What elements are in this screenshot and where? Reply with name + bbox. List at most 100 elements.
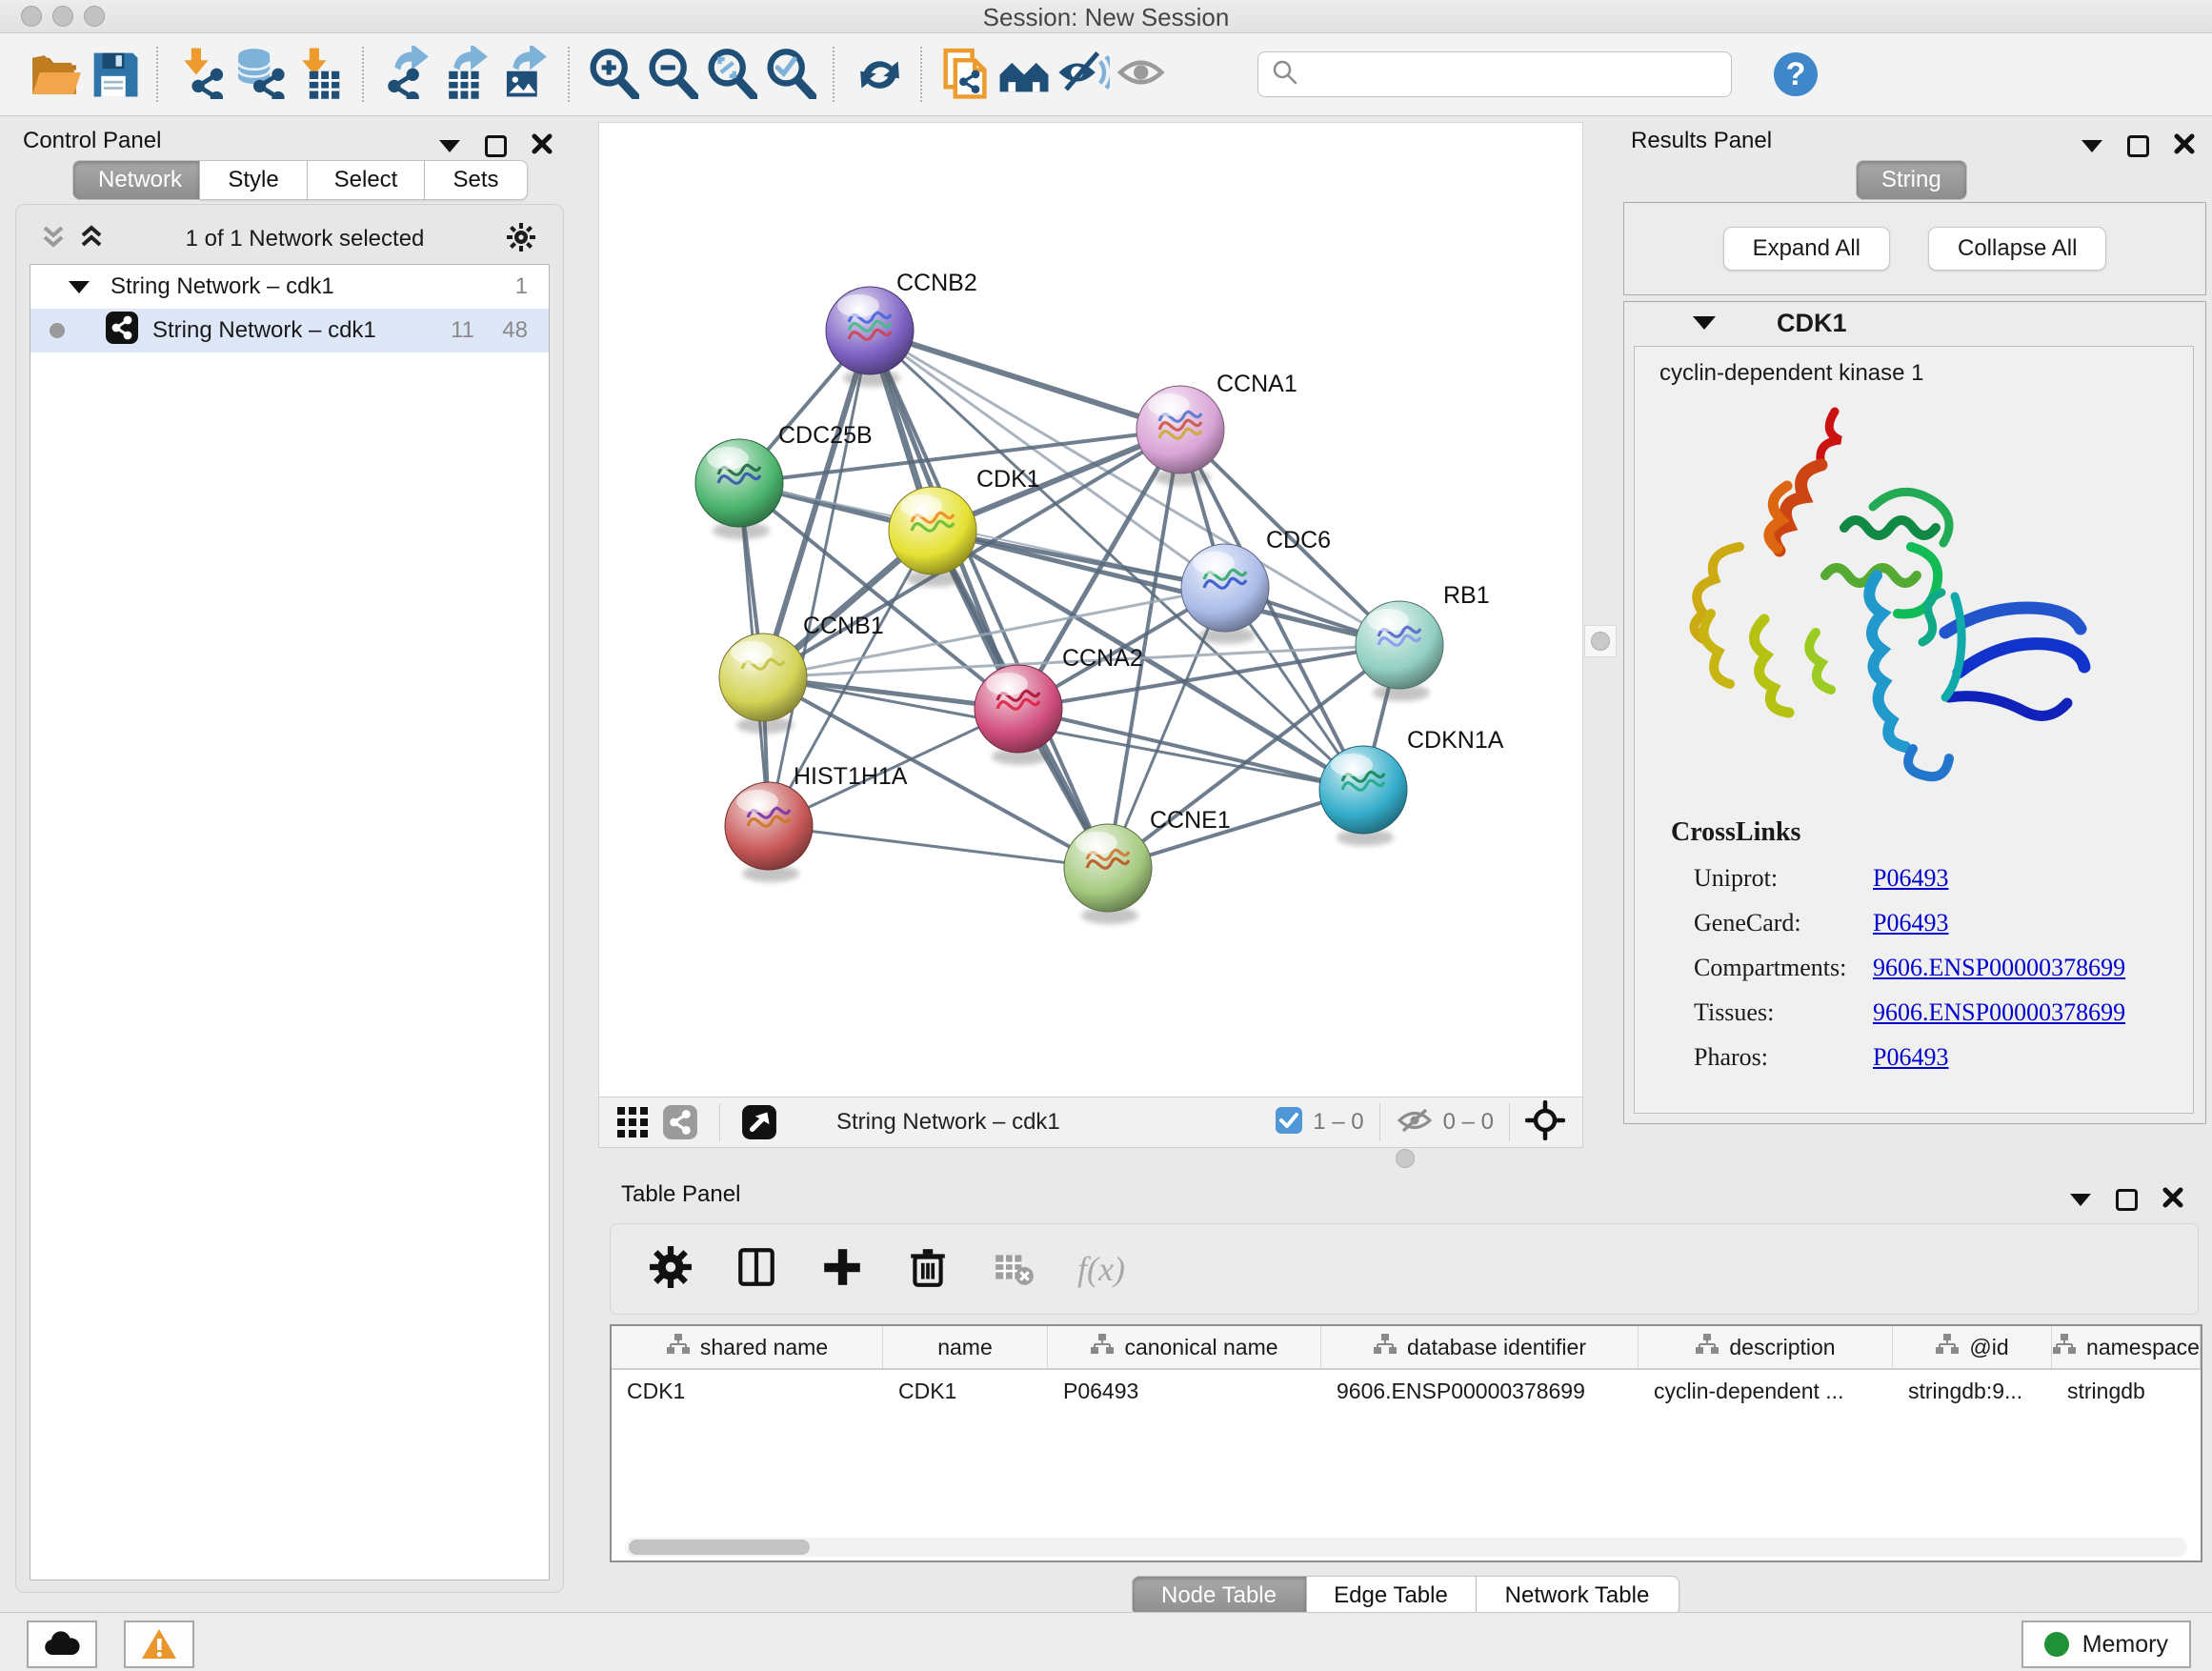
network-node-HIST1H1A[interactable]: [725, 782, 813, 870]
panel-close-icon[interactable]: [2162, 1187, 2183, 1213]
crosslink-link[interactable]: 9606.ENSP00000378699: [1873, 998, 2125, 1027]
table-row[interactable]: CDK1CDK1P064939606.ENSP00000378699cyclin…: [612, 1370, 2201, 1412]
expand-all-button[interactable]: Expand All: [1723, 227, 1890, 271]
network-node-CCNE1[interactable]: [1064, 824, 1152, 912]
toggle-columns-button[interactable]: [734, 1245, 778, 1294]
column-header-name[interactable]: name: [883, 1326, 1048, 1368]
column-settings-button[interactable]: [649, 1245, 693, 1294]
network-node-CCNA2[interactable]: [975, 665, 1062, 753]
show-all-button[interactable]: [1113, 45, 1172, 104]
hidden-eye-icon[interactable]: [1396, 1105, 1434, 1140]
birdseye-view-icon[interactable]: [735, 1093, 783, 1152]
column-header--id[interactable]: @id: [1893, 1326, 2052, 1368]
grid-mode-icon[interactable]: [609, 1093, 656, 1152]
delete-table-button[interactable]: [992, 1245, 1036, 1294]
crosslink-link[interactable]: P06493: [1873, 1043, 1948, 1072]
table-cell[interactable]: CDK1: [612, 1370, 883, 1412]
cloud-button[interactable]: [27, 1621, 97, 1668]
memory-button[interactable]: Memory: [2021, 1621, 2191, 1668]
import-table-from-file-button[interactable]: [290, 45, 349, 104]
network-node-CDKN1A[interactable]: [1319, 746, 1407, 834]
add-column-button[interactable]: [820, 1245, 864, 1294]
table-cell[interactable]: stringdb:9...: [1893, 1370, 2052, 1412]
zoom-fit-button[interactable]: [701, 45, 760, 104]
delete-column-button[interactable]: [906, 1245, 950, 1294]
selected-checkbox-icon[interactable]: [1275, 1106, 1303, 1139]
tab-sets[interactable]: Sets: [425, 160, 528, 200]
tab-style[interactable]: Style: [200, 160, 308, 200]
share-view-icon[interactable]: [656, 1093, 704, 1152]
export-table-button[interactable]: [436, 45, 495, 104]
collapse-all-button[interactable]: Collapse All: [1928, 227, 2106, 271]
network-collection-row[interactable]: String Network – cdk1 1: [30, 265, 549, 309]
table-cell[interactable]: cyclin-dependent ...: [1639, 1370, 1893, 1412]
network-edge[interactable]: [870, 331, 1399, 645]
import-network-from-file-button[interactable]: [171, 45, 231, 104]
network-edge[interactable]: [870, 331, 1180, 430]
panel-close-icon[interactable]: [532, 133, 553, 159]
collection-expander-icon[interactable]: [69, 281, 90, 293]
tab-string[interactable]: String: [1856, 160, 1967, 200]
network-node-CCNA1[interactable]: [1136, 386, 1224, 473]
zoom-in-button[interactable]: [583, 45, 642, 104]
crosslink-link[interactable]: 9606.ENSP00000378699: [1873, 954, 2125, 982]
network-options-gear-icon[interactable]: [504, 220, 538, 259]
help-button[interactable]: ?: [1766, 45, 1825, 104]
network-node-CDC6[interactable]: [1181, 544, 1269, 632]
column-header-description[interactable]: description: [1639, 1326, 1893, 1368]
copy-network-button[interactable]: [935, 45, 995, 104]
expand-all-networks-icon[interactable]: [77, 222, 106, 257]
table-cell[interactable]: stringdb: [2052, 1370, 2201, 1412]
panel-float-icon[interactable]: [2116, 1189, 2138, 1211]
panel-menu-icon[interactable]: [439, 140, 460, 152]
export-network-button[interactable]: [377, 45, 436, 104]
open-session-button[interactable]: [25, 45, 84, 104]
network-node-CCNB2[interactable]: [826, 287, 914, 374]
network-node-CCNB1[interactable]: [719, 634, 807, 721]
search-field[interactable]: [1257, 51, 1732, 97]
table-cell[interactable]: P06493: [1048, 1370, 1321, 1412]
table-cell[interactable]: CDK1: [883, 1370, 1048, 1412]
column-header-shared-name[interactable]: shared name: [612, 1326, 883, 1368]
crosslink-link[interactable]: P06493: [1873, 909, 1948, 937]
panel-menu-icon[interactable]: [2081, 140, 2102, 152]
scrollbar-thumb[interactable]: [629, 1540, 810, 1555]
network-node-RB1[interactable]: [1356, 601, 1443, 689]
panel-float-icon[interactable]: [2127, 135, 2149, 157]
entry-collapse-icon[interactable]: [1693, 316, 1716, 330]
table-horizontal-scrollbar[interactable]: [625, 1538, 2187, 1557]
column-header-database-identifier[interactable]: database identifier: [1321, 1326, 1639, 1368]
export-image-button[interactable]: [495, 45, 554, 104]
panel-float-icon[interactable]: [485, 135, 507, 157]
crosslink-link[interactable]: P06493: [1873, 864, 1948, 893]
tab-select[interactable]: Select: [308, 160, 425, 200]
network-edge[interactable]: [769, 826, 1108, 868]
column-header-canonical-name[interactable]: canonical name: [1048, 1326, 1321, 1368]
tab-node-table[interactable]: Node Table: [1132, 1576, 1307, 1616]
import-network-from-database-button[interactable]: [231, 45, 290, 104]
save-session-button[interactable]: [84, 45, 143, 104]
fit-selected-crosshair-icon[interactable]: [1525, 1100, 1565, 1145]
apply-layout-button[interactable]: [848, 45, 907, 104]
warnings-button[interactable]: [124, 1621, 194, 1668]
results-entry-header[interactable]: CDK1: [1624, 302, 2205, 344]
zoom-selected-button[interactable]: [760, 45, 819, 104]
search-input[interactable]: [1306, 60, 1721, 89]
tab-network[interactable]: Network: [72, 160, 200, 200]
tab-edge-table[interactable]: Edge Table: [1307, 1576, 1477, 1616]
splitter-grip-icon[interactable]: [1591, 632, 1610, 651]
network-node-CDC25B[interactable]: [695, 439, 783, 527]
function-builder-button[interactable]: f(x): [1077, 1249, 1125, 1289]
hide-selected-button[interactable]: [1054, 45, 1113, 104]
table-cell[interactable]: 9606.ENSP00000378699: [1321, 1370, 1639, 1412]
network-row[interactable]: String Network – cdk1 11 48: [30, 309, 549, 352]
collapse-all-networks-icon[interactable]: [39, 222, 68, 257]
panel-menu-icon[interactable]: [2070, 1194, 2091, 1206]
network-edge[interactable]: [1018, 709, 1363, 790]
panel-close-icon[interactable]: [2174, 133, 2195, 159]
zoom-out-button[interactable]: [642, 45, 701, 104]
tab-network-table[interactable]: Network Table: [1477, 1576, 1679, 1616]
column-header-namespace[interactable]: namespace: [2052, 1326, 2201, 1368]
first-neighbors-button[interactable]: [995, 45, 1054, 104]
network-node-CDK1[interactable]: [889, 487, 976, 574]
